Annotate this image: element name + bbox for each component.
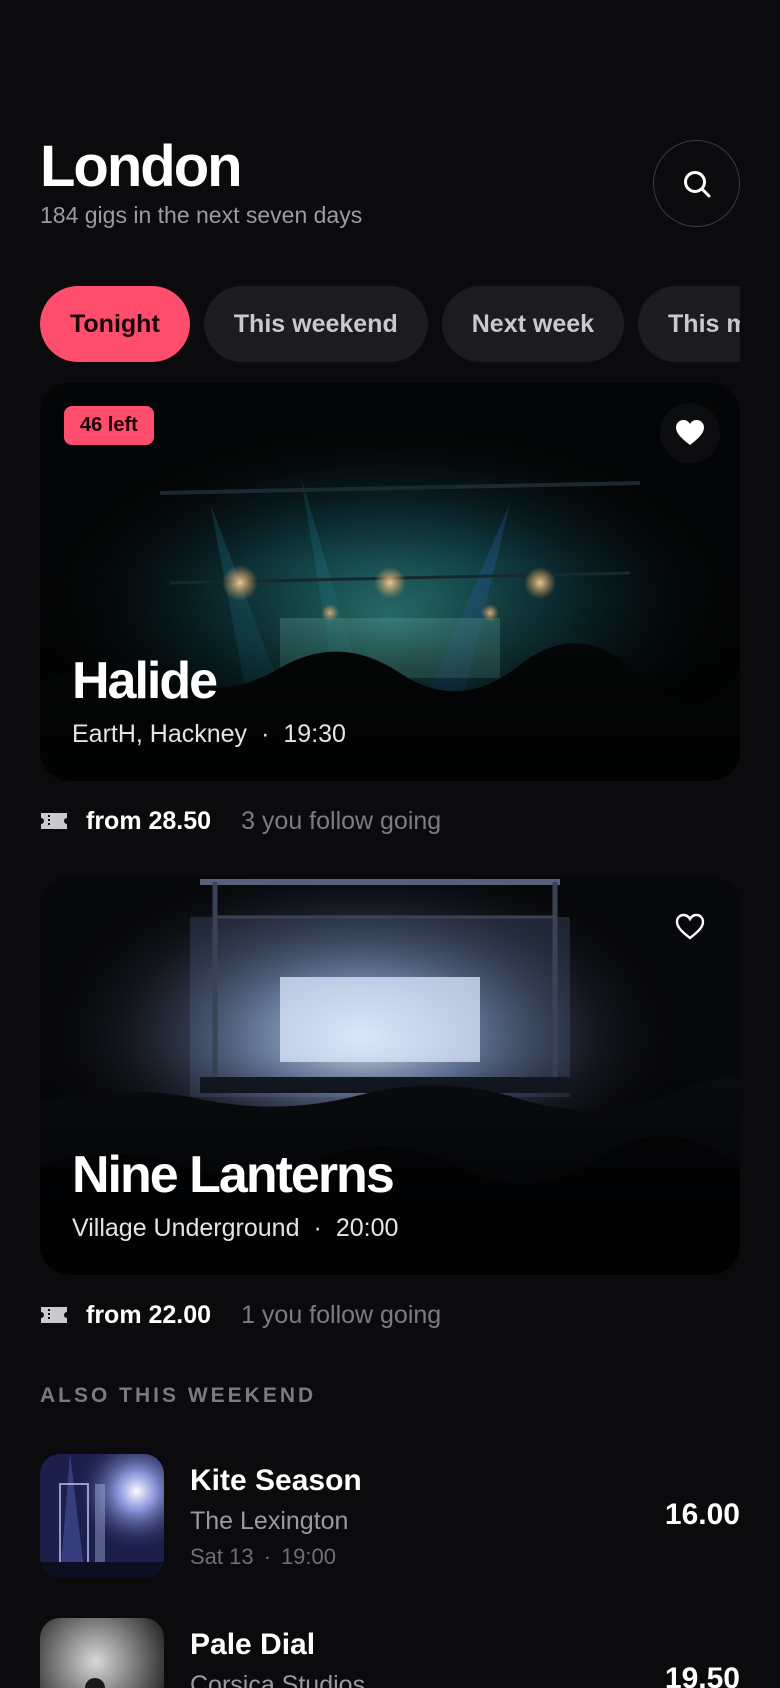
favourite-button[interactable] [660, 403, 720, 463]
event-card-nine-lanterns[interactable]: Nine Lanterns Village Underground · 20:00 [40, 877, 740, 1275]
page-title: London [40, 134, 243, 199]
search-icon [683, 170, 710, 197]
event-meta: EartH, Hackney · 19:30 [72, 720, 346, 749]
event-thumbnail [40, 1618, 164, 1688]
event-time: 19:30 [283, 720, 346, 748]
event-footer-halide: from 28.50 3 you follow going [40, 803, 441, 839]
list-item-venue: Corsica Studios [190, 1671, 366, 1688]
list-item-price: 16.00 [664, 1498, 740, 1531]
heart-outline-icon [675, 913, 705, 940]
event-meta: Village Underground · 20:00 [72, 1214, 398, 1243]
list-item-when: Sat 13 · 19:00 [190, 1544, 336, 1570]
event-thumbnail [40, 1454, 164, 1578]
event-card-halide[interactable]: 46 left Halide EartH, Hackney · 19:30 [40, 383, 740, 781]
list-item-venue: The Lexington [190, 1507, 349, 1535]
list-item-day: Sat 13 [190, 1544, 254, 1569]
tickets-left-badge: 46 left [64, 406, 154, 445]
section-heading: ALSO THIS WEEKEND [40, 1384, 317, 1407]
heart-icon [676, 420, 704, 445]
event-venue: Village Underground [72, 1214, 300, 1242]
chip-tonight[interactable]: Tonight [40, 286, 190, 362]
filter-chips: TonightThis weekendNext weekThis month [40, 286, 740, 362]
chip-this-weekend[interactable]: This weekend [203, 286, 428, 362]
meta-separator: · [261, 720, 270, 748]
follow-count: 3 you follow going [241, 806, 442, 835]
list-item[interactable]: Kite Season The Lexington Sat 13 · 19:00 1… [40, 1454, 740, 1578]
price-from: from 28.50 [86, 806, 212, 835]
event-footer-nine-lanterns: from 22.00 1 you follow going [40, 1297, 441, 1333]
list-item-title: Pale Dial [190, 1628, 316, 1661]
ticket-icon [41, 813, 67, 829]
header: London 184 gigs in the next seven days [40, 134, 740, 234]
search-button[interactable] [653, 140, 740, 227]
meta-separator: · [313, 1214, 322, 1242]
gigs-screen: London 184 gigs in the next seven days T… [0, 0, 780, 1688]
list-item-time: 19:00 [280, 1544, 336, 1569]
page-subtitle: 184 gigs in the next seven days [40, 202, 363, 228]
event-venue: EartH, Hackney [72, 720, 248, 748]
event-title: Halide [72, 652, 218, 710]
list-item-price: 19.50 [664, 1662, 740, 1688]
list-item-title: Kite Season [190, 1464, 362, 1497]
list-item[interactable]: Pale Dial Corsica Studios 19.50 [40, 1618, 740, 1688]
chip-next-week[interactable]: Next week [441, 286, 625, 362]
meta-separator: · [263, 1544, 271, 1569]
chip-this-month[interactable]: This month [638, 286, 740, 362]
ticket-icon [41, 1307, 67, 1323]
favourite-button[interactable] [660, 897, 720, 957]
follow-count: 1 you follow going [241, 1300, 442, 1329]
price-from: from 22.00 [86, 1300, 212, 1329]
event-time: 20:00 [335, 1214, 399, 1242]
event-title: Nine Lanterns [72, 1146, 395, 1204]
